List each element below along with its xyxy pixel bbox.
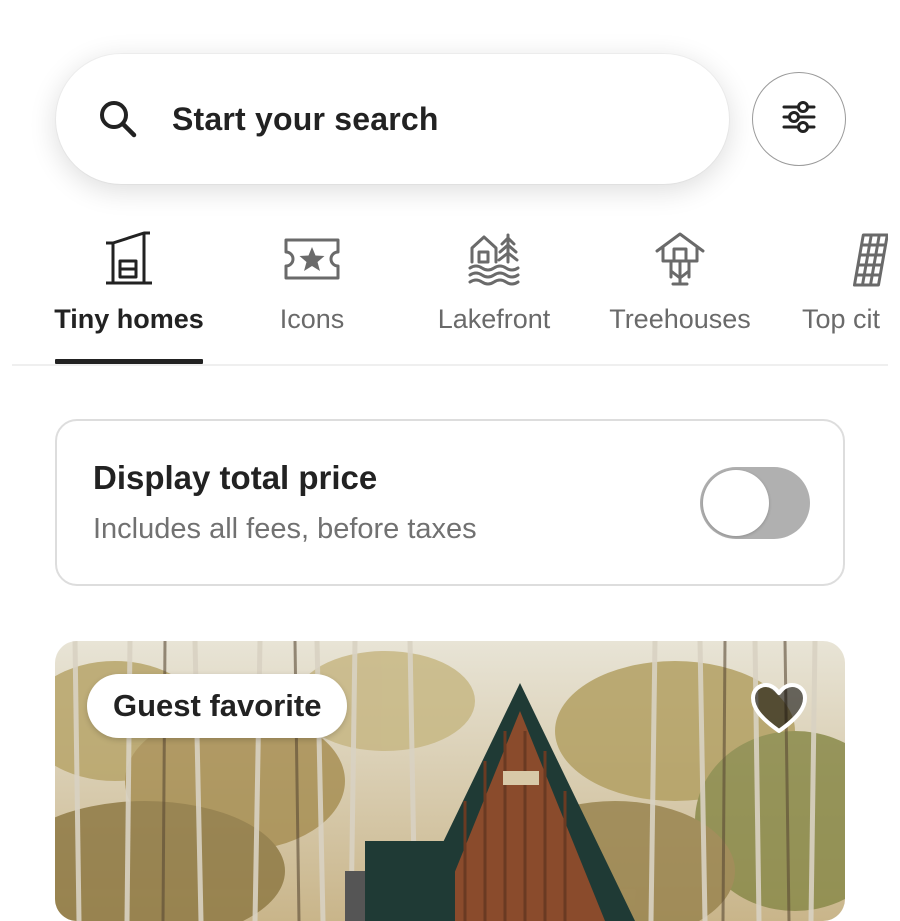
ticket-star-icon bbox=[281, 228, 343, 290]
total-price-title: Display total price bbox=[93, 459, 378, 496]
category-treehouses[interactable]: Treehouses bbox=[604, 220, 756, 366]
category-lakefront[interactable]: Lakefront bbox=[424, 220, 564, 366]
total-price-card: Display total price Includes all fees, b… bbox=[55, 419, 845, 586]
tiny-home-icon bbox=[98, 228, 160, 290]
search-bar[interactable]: Start your search bbox=[56, 54, 729, 184]
category-label: Lakefront bbox=[437, 304, 551, 334]
category-divider bbox=[12, 364, 888, 366]
treehouse-icon bbox=[649, 228, 711, 290]
search-icon bbox=[98, 99, 138, 139]
category-scroll-edge bbox=[888, 220, 900, 366]
search-placeholder: Start your search bbox=[172, 100, 439, 137]
category-label: Top cit bbox=[802, 304, 881, 334]
listing-card[interactable]: Guest favorite bbox=[55, 641, 845, 921]
category-bar: Tiny homes Icons Lakefront Treehouses To… bbox=[0, 220, 900, 366]
category-label: Treehouses bbox=[609, 304, 751, 334]
guest-favorite-badge: Guest favorite bbox=[87, 674, 348, 738]
category-icons[interactable]: Icons bbox=[250, 220, 374, 366]
filter-button[interactable] bbox=[752, 72, 846, 166]
category-label: Icons bbox=[279, 304, 345, 334]
lakefront-icon bbox=[463, 228, 525, 290]
heart-icon[interactable] bbox=[749, 681, 809, 737]
total-price-toggle[interactable] bbox=[700, 467, 810, 539]
category-label: Tiny homes bbox=[54, 304, 204, 334]
category-top-cities[interactable]: Top cit bbox=[802, 220, 900, 366]
total-price-subtitle: Includes all fees, before taxes bbox=[93, 513, 477, 545]
category-tiny-homes[interactable]: Tiny homes bbox=[54, 220, 204, 366]
toggle-knob bbox=[703, 470, 769, 536]
sliders-icon bbox=[782, 100, 816, 139]
